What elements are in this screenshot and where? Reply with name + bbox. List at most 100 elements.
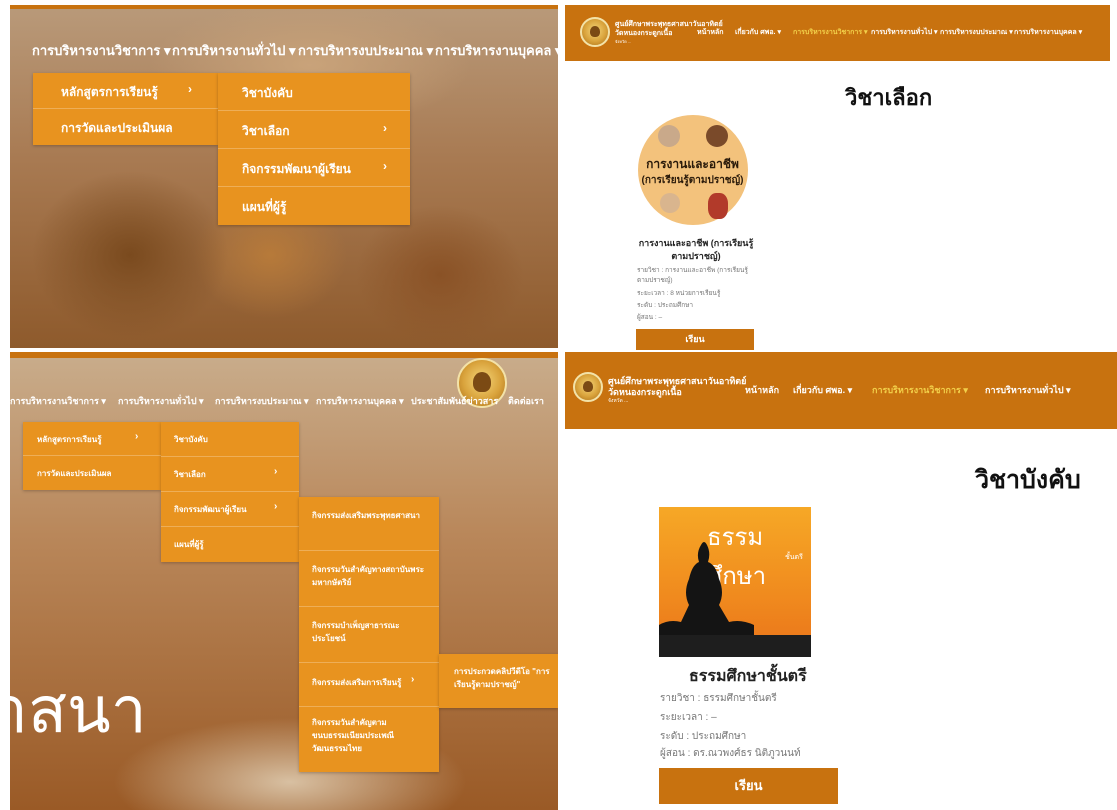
detail-duration: ระยะเวลา : 8 หน่วยการเรียนรู้ <box>637 290 721 297</box>
panel-menu-screenshot-1: การบริหารงานวิชาการ ▾ การบริหารงานทั่วไป… <box>10 5 558 348</box>
nav-home[interactable]: หน้าหลัก <box>745 383 779 397</box>
chevron-right-icon: › <box>411 674 415 685</box>
menu-label: แผนที่ผู้รู้ <box>174 540 204 549</box>
menu-item-evaluation[interactable]: การวัดและประเมินผล <box>23 456 161 490</box>
menu-item-required[interactable]: วิชาบังคับ <box>218 73 410 111</box>
menu-item-video-contest[interactable]: การประกวดคลิปวีดีโอ "การเรียนรู้ตามปราชญ… <box>439 654 558 708</box>
detail-subject: รายวิชา : การงานและอาชีพ (การเรียนรู้ตาม… <box>637 267 748 284</box>
menu-item-curriculum[interactable]: หลักสูตรการเรียนรู้ › <box>23 422 161 456</box>
nav-about[interactable]: เกี่ยวกับ ศพอ. ▾ <box>793 383 852 397</box>
site-header: ศูนย์ศึกษาพระพุทธศาสนาวันอาทิตย์ วัดหนอง… <box>565 5 1110 61</box>
dropdown-level2: วิชาบังคับ วิชาเลือก › กิจกรรมพัฒนาผู้เร… <box>161 422 299 562</box>
nav-personnel[interactable]: การบริหารงานบุคคล ▾ <box>435 40 558 61</box>
person-figure-icon <box>660 193 680 213</box>
menu-label: หลักสูตรการเรียนรู้ <box>37 435 102 444</box>
chevron-right-icon: › <box>188 82 192 96</box>
nav-academic[interactable]: การบริหารงานวิชาการ ▾ <box>793 27 868 38</box>
dropdown-level1: หลักสูตรการเรียนรู้ › การวัดและประเมินผล <box>23 422 161 490</box>
panel-menu-screenshot-2: การบริหารงานวิชาการ ▾ การบริหารงานทั่วไป… <box>10 352 558 810</box>
menu-label: วิชาบังคับ <box>242 86 293 100</box>
learn-button[interactable]: เรียน <box>636 329 754 350</box>
menu-label: วิชาเลือก <box>174 470 206 479</box>
menu-item-curriculum[interactable]: หลักสูตรการเรียนรู้ › <box>33 73 218 109</box>
panel-required-page: ศูนย์ศึกษาพระพุทธศาสนาวันอาทิตย์ วัดหนอง… <box>565 352 1117 810</box>
nav-personnel[interactable]: การบริหารงานบุคคล ▾ <box>316 394 404 408</box>
menu-item-evaluation[interactable]: การวัดและประเมินผล <box>33 109 218 145</box>
menu-label: กิจกรรมบำเพ็ญสาธารณะประโยชน์ <box>312 621 400 643</box>
menu-label: การประกวดคลิปวีดีโอ "การเรียนรู้ตามปราชญ… <box>454 667 550 689</box>
detail-teacher: ผู้สอน : – <box>637 314 663 321</box>
orange-top-strip <box>10 5 558 9</box>
nav-personnel[interactable]: การบริหารงานบุคคล ▾ <box>1014 27 1082 38</box>
menu-item-buddhism[interactable]: กิจกรรมส่งเสริมพระพุทธศาสนา <box>299 497 439 551</box>
menu-label: หลักสูตรการเรียนรู้ <box>61 85 158 99</box>
nav-general[interactable]: การบริหารงานทั่วไป ▾ <box>985 383 1071 397</box>
menu-label: กิจกรรมพัฒนาผู้เรียน <box>242 162 351 176</box>
menu-label: วิชาเลือก <box>242 124 290 138</box>
nav-home[interactable]: หน้าหลัก <box>697 27 723 38</box>
chevron-right-icon: › <box>383 159 387 173</box>
nav-budget[interactable]: การบริหารงบประมาณ ▾ <box>215 394 309 408</box>
menu-item-monarchy-days[interactable]: กิจกรรมวันสำคัญทางสถาบันพระมหากษัตริย์ <box>299 551 439 607</box>
nav-general[interactable]: การบริหารงานทั่วไป ▾ <box>172 40 296 61</box>
page-heading: วิชาเลือก <box>845 85 933 110</box>
menu-item-thai-tradition[interactable]: กิจกรรมวันสำคัญตามขนบธรรมเนียมประเพณีวัฒ… <box>299 707 439 772</box>
menu-item-required[interactable]: วิชาบังคับ <box>161 422 299 457</box>
dropdown-level1: หลักสูตรการเรียนรู้ › การวัดและประเมินผล <box>33 73 218 145</box>
menu-item-elective[interactable]: วิชาเลือก › <box>218 111 410 149</box>
detail-level: ระดับ : ประถมศึกษา <box>660 731 747 742</box>
chevron-right-icon: › <box>135 431 139 442</box>
buddha-silhouette-icon <box>659 542 811 657</box>
menu-item-activities[interactable]: กิจกรรมพัฒนาผู้เรียน › <box>161 492 299 527</box>
chevron-right-icon: › <box>274 466 278 477</box>
page-heading: วิชาบังคับ <box>975 466 1081 494</box>
person-figure-icon <box>706 125 728 147</box>
nav-budget[interactable]: การบริหารงบประมาณ ▾ <box>298 40 433 61</box>
dropdown-level3: กิจกรรมส่งเสริมพระพุทธศาสนา กิจกรรมวันสำ… <box>299 497 439 772</box>
detail-teacher: ผู้สอน : ดร.ณวพงศ์ธร นิติภูวนนท์ <box>660 748 801 759</box>
nav-general[interactable]: การบริหารงานทั่วไป ▾ <box>118 394 204 408</box>
cover-title-2: (การเรียนรู้ตามปราชญ์) <box>641 175 744 186</box>
nav-about[interactable]: เกี่ยวกับ ศพอ. ▾ <box>735 27 781 38</box>
learn-button[interactable]: เรียน <box>659 768 838 804</box>
org-name-line3: จังหวัด ... <box>615 39 632 44</box>
menu-item-map[interactable]: แผนที่ผู้รู้ <box>218 187 410 225</box>
org-name-line3: จังหวัด ... <box>608 398 629 404</box>
nav-general[interactable]: การบริหารงานทั่วไป ▾ <box>871 27 938 38</box>
detail-duration: ระยะเวลา : – <box>660 712 717 723</box>
hero-large-text: าสนา <box>10 674 147 746</box>
course-cover-image[interactable]: การงานและอาชีพ (การเรียนรู้ตามปราชญ์) <box>630 115 755 230</box>
menu-label: วิชาบังคับ <box>174 435 208 444</box>
nav-academic[interactable]: การบริหารงานวิชาการ ▾ <box>10 394 106 408</box>
nav-contact[interactable]: ติดต่อเรา <box>508 394 544 408</box>
panel-elective-page: ศูนย์ศึกษาพระพุทธศาสนาวันอาทิตย์ วัดหนอง… <box>565 5 1110 350</box>
menu-label: กิจกรรมส่งเสริมพระพุทธศาสนา <box>312 511 420 520</box>
course-title[interactable]: การงานและอาชีพ (การเรียนรู้ตามปราชญ์) <box>637 237 755 263</box>
dropdown-level2: วิชาบังคับ วิชาเลือก › กิจกรรมพัฒนาผู้เร… <box>218 73 410 225</box>
site-header: ศูนย์ศึกษาพระพุทธศาสนาวันอาทิตย์ วัดหนอง… <box>565 352 1117 429</box>
cover-title-1: การงานและอาชีพ <box>646 157 739 171</box>
menu-item-activities[interactable]: กิจกรรมพัฒนาผู้เรียน › <box>218 149 410 187</box>
person-figure-icon <box>658 125 680 147</box>
menu-item-elective[interactable]: วิชาเลือก › <box>161 457 299 492</box>
nav-news[interactable]: ประชาสัมพันธ์ข่าวสาร <box>411 394 498 408</box>
nav-budget[interactable]: การบริหารงบประมาณ ▾ <box>940 27 1013 38</box>
chevron-right-icon: › <box>274 501 278 512</box>
detail-subject: รายวิชา : ธรรมศึกษาชั้นตรี <box>660 693 777 704</box>
menu-label: กิจกรรมวันสำคัญตามขนบธรรมเนียมประเพณีวัฒ… <box>312 718 395 753</box>
menu-label: การวัดและประเมินผล <box>61 121 173 135</box>
nav-academic[interactable]: การบริหารงานวิชาการ ▾ <box>872 383 968 397</box>
chevron-right-icon: › <box>383 121 387 135</box>
menu-label: การวัดและประเมินผล <box>37 469 112 478</box>
menu-item-public-service[interactable]: กิจกรรมบำเพ็ญสาธารณะประโยชน์ <box>299 607 439 663</box>
orange-top-strip <box>10 352 558 358</box>
detail-level: ระดับ : ประถมศึกษา <box>637 302 694 309</box>
course-cover-image[interactable]: ธรรมศึกษา ชั้นตรี <box>659 507 811 657</box>
menu-item-map[interactable]: แผนที่ผู้รู้ <box>161 527 299 562</box>
menu-label: แผนที่ผู้รู้ <box>242 200 287 214</box>
course-title[interactable]: ธรรมศึกษาชั้นตรี <box>689 664 807 689</box>
menu-item-learning-promotion[interactable]: กิจกรรมส่งเสริมการเรียนรู้ › <box>299 663 439 707</box>
temple-logo-icon <box>573 372 603 402</box>
nav-academic[interactable]: การบริหารงานวิชาการ ▾ <box>32 40 171 61</box>
menu-label: กิจกรรมวันสำคัญทางสถาบันพระมหากษัตริย์ <box>312 565 425 587</box>
